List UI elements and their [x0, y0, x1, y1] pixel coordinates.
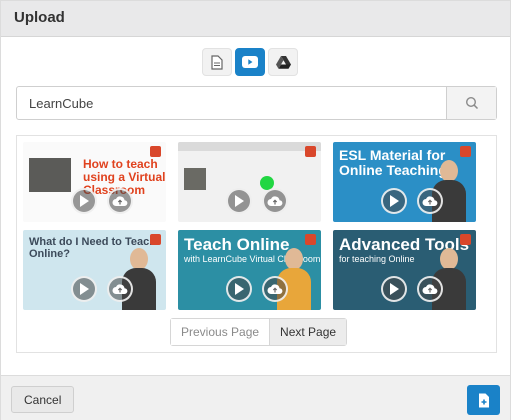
video-thumbnail[interactable]: Teach Online with LearnCube Virtual Clas…: [178, 230, 321, 310]
cloud-upload-icon: [422, 196, 438, 206]
video-title: Teach Online: [184, 235, 290, 254]
play-button[interactable]: [226, 276, 252, 302]
document-icon: [211, 54, 223, 70]
video-thumbnail[interactable]: How to teach using a Virtual Classroom: [23, 142, 166, 222]
video-grid: How to teach using a Virtual Classroom E…: [23, 142, 476, 310]
download-button[interactable]: [417, 188, 443, 214]
webcam-frame: [29, 158, 71, 192]
youtube-icon: [242, 56, 258, 68]
download-button[interactable]: [107, 276, 133, 302]
google-drive-icon: [275, 55, 291, 69]
dialog-header: Upload: [1, 1, 510, 37]
play-button[interactable]: [381, 188, 407, 214]
tab-document[interactable]: [202, 48, 232, 76]
dialog-title: Upload: [14, 9, 65, 26]
previous-page-button[interactable]: Previous Page: [171, 319, 271, 345]
file-insert-icon: [478, 393, 489, 407]
play-icon: [390, 283, 399, 295]
channel-logo: [305, 146, 316, 157]
browser-bar: [178, 142, 321, 151]
play-button[interactable]: [71, 276, 97, 302]
video-results-panel: How to teach using a Virtual Classroom E…: [16, 135, 497, 353]
play-button[interactable]: [71, 188, 97, 214]
channel-logo: [305, 234, 316, 245]
cloud-upload-icon: [112, 284, 128, 294]
tab-google-drive[interactable]: [268, 48, 298, 76]
source-tabs: [202, 48, 298, 76]
next-page-button[interactable]: Next Page: [270, 319, 347, 345]
webcam-frame: [184, 168, 206, 190]
cloud-upload-icon: [267, 284, 283, 294]
play-icon: [390, 195, 399, 207]
download-button[interactable]: [417, 276, 443, 302]
play-icon: [80, 283, 89, 295]
play-icon: [235, 195, 244, 207]
search-input[interactable]: [17, 87, 446, 119]
search-icon: [465, 96, 478, 110]
play-button[interactable]: [381, 276, 407, 302]
video-thumbnail[interactable]: What do I Need to Teach Online?: [23, 230, 166, 310]
search-bar: [16, 86, 497, 120]
download-button[interactable]: [107, 188, 133, 214]
play-icon: [80, 195, 89, 207]
insert-button[interactable]: [467, 385, 500, 415]
pagination: Previous Page Next Page: [170, 318, 348, 346]
download-button[interactable]: [262, 276, 288, 302]
upload-dialog: Upload LearnCube How to teach using a Vi…: [0, 0, 511, 420]
dialog-footer: Cancel: [1, 375, 510, 420]
video-thumbnail[interactable]: ESL Material for Online Teaching: [333, 142, 476, 222]
cloud-upload-icon: [422, 284, 438, 294]
download-button[interactable]: [262, 188, 288, 214]
channel-logo: [150, 146, 161, 157]
cloud-upload-icon: [267, 196, 283, 206]
video-thumbnail[interactable]: Advanced Tools for teaching Online: [333, 230, 476, 310]
video-thumbnail[interactable]: [178, 142, 321, 222]
channel-logo: [460, 146, 471, 157]
cancel-button[interactable]: Cancel: [11, 386, 75, 413]
cloud-upload-icon: [112, 196, 128, 206]
channel-logo: [150, 234, 161, 245]
channel-logo: [460, 234, 471, 245]
search-button[interactable]: [446, 87, 496, 119]
play-button[interactable]: [226, 188, 252, 214]
play-icon: [235, 283, 244, 295]
tab-youtube[interactable]: [235, 48, 265, 76]
